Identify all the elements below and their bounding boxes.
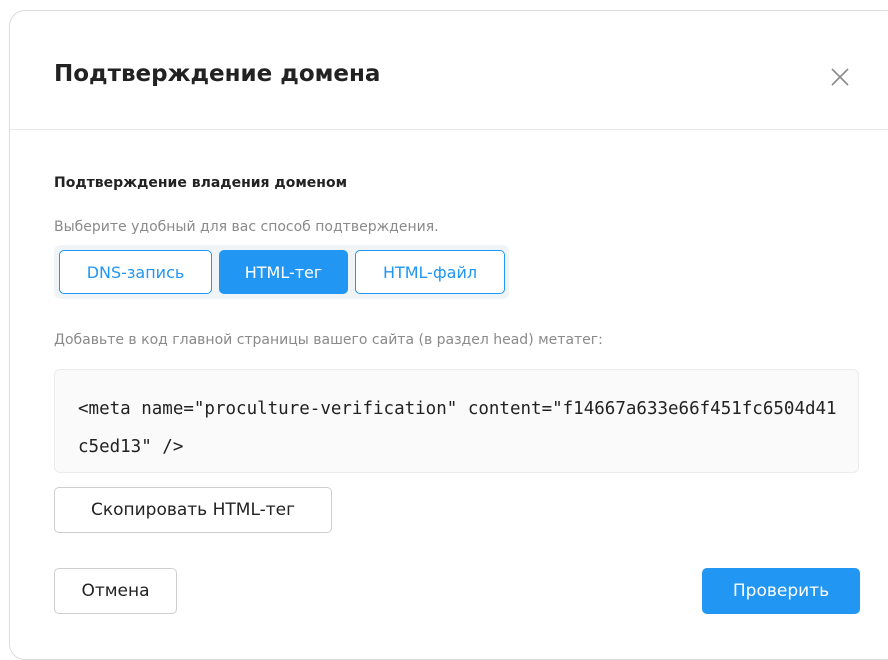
close-button[interactable]: [828, 65, 852, 89]
meta-tag-code-box: <meta name="proculture-verification" con…: [54, 369, 859, 473]
method-html-tag[interactable]: HTML-тег: [219, 250, 348, 294]
cancel-button[interactable]: Отмена: [54, 568, 177, 614]
method-html-file[interactable]: HTML-файл: [355, 250, 505, 294]
verification-method-selector: DNS-запись HTML-тег HTML-файл: [54, 245, 509, 299]
meta-tag-code: <meta name="proculture-verification" con…: [78, 399, 837, 457]
dialog-title: Подтверждение домена: [54, 61, 381, 87]
method-hint: Выберите удобный для вас способ подтверж…: [54, 219, 439, 235]
close-icon: [831, 68, 849, 86]
method-dns-record[interactable]: DNS-запись: [59, 250, 212, 294]
section-title: Подтверждение владения доменом: [54, 175, 348, 191]
verify-button[interactable]: Проверить: [702, 568, 860, 614]
dialog-header: Подтверждение домена: [10, 11, 888, 130]
instruction-text: Добавьте в код главной страницы вашего с…: [54, 332, 603, 348]
domain-verification-dialog: Подтверждение домена Подтверждение владе…: [9, 10, 888, 660]
copy-html-tag-button[interactable]: Скопировать HTML-тег: [54, 487, 332, 533]
